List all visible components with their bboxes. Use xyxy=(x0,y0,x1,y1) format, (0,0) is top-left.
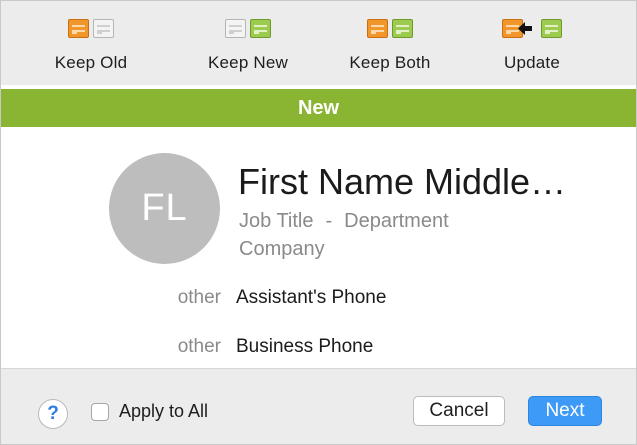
keep-new-icons xyxy=(193,19,303,45)
duplicate-contact-dialog: Keep Old Keep New Keep Both Update New F… xyxy=(0,0,637,445)
cancel-button[interactable]: Cancel xyxy=(413,396,505,426)
company: Company xyxy=(239,238,325,260)
keep-old-label: Keep Old xyxy=(54,53,128,72)
job-title-line: Job Title - Department xyxy=(239,210,449,233)
green-card-icon xyxy=(541,19,562,38)
keep-old-button[interactable]: Keep Old xyxy=(36,19,146,79)
grey-card-icon xyxy=(93,19,114,38)
update-icons xyxy=(477,19,587,45)
help-button[interactable]: ? xyxy=(38,399,68,429)
field-value: Assistant's Phone xyxy=(236,287,387,308)
avatar: FL xyxy=(109,153,220,264)
field-type-label: other xyxy=(177,287,221,308)
keep-new-label: Keep New xyxy=(207,53,289,72)
field-type-label: other xyxy=(177,336,221,357)
apply-to-all-label[interactable]: Apply to All xyxy=(119,401,208,422)
update-button[interactable]: Update xyxy=(477,19,587,79)
next-button[interactable]: Next xyxy=(528,396,602,426)
keep-both-icons xyxy=(335,19,445,45)
toolbar: Keep Old Keep New Keep Both Update xyxy=(1,1,636,85)
keep-old-icons xyxy=(36,19,146,45)
green-card-icon xyxy=(250,19,271,38)
contact-field-row: other Business Phone xyxy=(1,336,636,366)
apply-to-all-checkbox[interactable] xyxy=(91,403,109,421)
job-department-separator: - xyxy=(325,210,333,232)
contact-name: First Name Middle… xyxy=(238,161,567,202)
orange-card-icon xyxy=(367,19,388,38)
field-value: Business Phone xyxy=(236,336,374,357)
new-banner: New xyxy=(1,89,636,127)
orange-card-icon xyxy=(68,19,89,38)
contact-field-row: other Assistant's Phone xyxy=(1,287,636,317)
keep-both-button[interactable]: Keep Both xyxy=(335,19,445,79)
green-card-icon xyxy=(392,19,413,38)
keep-new-button[interactable]: Keep New xyxy=(193,19,303,79)
keep-both-label: Keep Both xyxy=(349,53,431,72)
job-title: Job Title xyxy=(239,210,314,232)
department: Department xyxy=(344,210,449,232)
left-arrow-icon xyxy=(518,22,532,35)
grey-card-icon xyxy=(225,19,246,38)
update-label: Update xyxy=(503,53,561,72)
